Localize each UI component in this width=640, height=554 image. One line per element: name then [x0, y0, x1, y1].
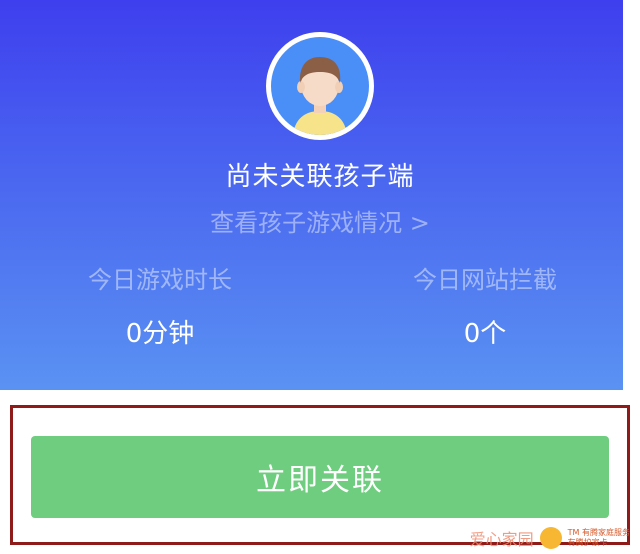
child-avatar-icon [271, 37, 369, 135]
watermark-text: 爱心家园 [469, 530, 534, 549]
game-time-value: 0分钟 [125, 319, 195, 349]
watermark-tag-line1: TM 有腾家庭服务 [567, 528, 630, 537]
sun-logo-icon [539, 527, 562, 549]
watermark-tag: TM 有腾家庭服务 有腾护家卡 [568, 528, 630, 548]
site-block-label: 今日网站拦截 [413, 266, 557, 294]
watermark: 爱心家园 TM 有腾家庭服务 有腾护家卡 [470, 526, 630, 550]
view-child-games-link[interactable]: 查看孩子游戏情况 > [0, 203, 640, 238]
site-block-value: 0个 [463, 319, 507, 349]
link-now-button[interactable]: 立即关联 [31, 436, 609, 518]
avatar[interactable] [266, 32, 374, 140]
watermark-tag-line2: 有腾护家卡 [567, 538, 608, 547]
link-status-text: 尚未关联孩子端 [225, 162, 415, 192]
header-panel: 尚未关联孩子端 查看孩子游戏情况 > 今日游戏时长 0分钟 今日网站拦截 0个 [0, 0, 623, 390]
game-time-label: 今日游戏时长 [88, 266, 232, 294]
